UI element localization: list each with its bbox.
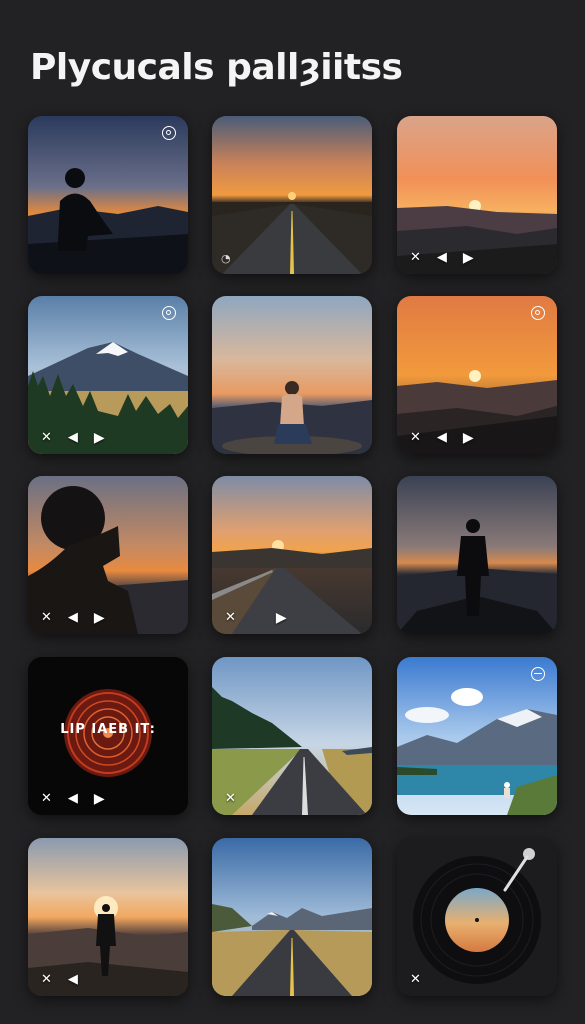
play-icon[interactable]: ▶: [94, 430, 105, 446]
circle-icon[interactable]: [162, 126, 176, 140]
navigation-icon: ◔: [221, 252, 231, 265]
previous-icon[interactable]: ◀: [437, 430, 447, 446]
playback-controls: ✕ ◀: [41, 972, 78, 988]
playlist-tile-open-road[interactable]: [212, 838, 372, 996]
playback-controls: ✕: [225, 791, 236, 807]
playlist-tile-sunset-hills[interactable]: ✕ ◀ ▶: [397, 296, 557, 454]
cover-art: [397, 476, 557, 634]
play-icon[interactable]: ▶: [94, 791, 105, 807]
circle-icon[interactable]: [531, 306, 545, 320]
cover-art: [212, 657, 372, 815]
playlist-tile-curly-profile[interactable]: ✕ ◀ ▶: [28, 476, 188, 634]
previous-icon[interactable]: ◀: [68, 610, 78, 626]
cover-art: [212, 116, 372, 274]
playlist-tile-silhouette-sunset[interactable]: [28, 116, 188, 274]
previous-icon[interactable]: ◀: [68, 791, 78, 807]
play-icon[interactable]: ▶: [276, 610, 287, 626]
playlist-tile-snow-mountain[interactable]: ✕ ◀ ▶: [28, 296, 188, 454]
shuffle-icon[interactable]: ✕: [41, 430, 52, 446]
previous-icon[interactable]: ◀: [68, 430, 78, 446]
shuffle-icon[interactable]: ✕: [410, 430, 421, 446]
shuffle-icon[interactable]: ✕: [41, 791, 52, 807]
previous-icon[interactable]: ◀: [68, 972, 78, 988]
playlist-grid: ◔ ✕ ◀ ▶ ✕ ◀ ▶ ✕ ◀ ▶ ✕ ◀ ▶ ✕ ▶ LIP IAEB I…: [0, 0, 585, 1024]
shuffle-icon[interactable]: ✕: [41, 610, 52, 626]
play-icon[interactable]: ▶: [463, 250, 474, 266]
playlist-tile-woman-view[interactable]: [212, 296, 372, 454]
shuffle-icon[interactable]: ✕: [41, 972, 52, 988]
cover-art: [212, 296, 372, 454]
playback-controls: ✕ ◀ ▶: [41, 791, 105, 807]
playlist-tile-road-sunset[interactable]: ◔: [212, 116, 372, 274]
shuffle-icon[interactable]: ✕: [225, 610, 236, 626]
cover-art: [397, 657, 557, 815]
shuffle-icon[interactable]: ✕: [410, 972, 421, 988]
cover-art: [397, 838, 557, 996]
playlist-tile-hiker-sunset[interactable]: ✕ ◀: [28, 838, 188, 996]
playback-controls: ✕ ◀ ▶: [41, 430, 105, 446]
playback-controls: ✕ ▶: [225, 610, 287, 626]
circle-icon[interactable]: [162, 306, 176, 320]
playlist-tile-standing-figure[interactable]: [397, 476, 557, 634]
shuffle-icon[interactable]: ✕: [225, 791, 236, 807]
playlist-tile-record-disc[interactable]: LIP IAEB IT: ✕ ◀ ▶: [28, 657, 188, 815]
playback-controls: ✕ ◀ ▶: [410, 250, 474, 266]
shuffle-icon[interactable]: ✕: [410, 250, 421, 266]
play-icon[interactable]: ▶: [463, 430, 474, 446]
playlist-tile-road-horizon[interactable]: ✕ ▶: [212, 476, 372, 634]
playback-controls: ✕ ◀ ▶: [410, 430, 474, 446]
playlist-tile-vinyl[interactable]: ✕: [397, 838, 557, 996]
playback-controls: ✕: [410, 972, 421, 988]
cover-art: [212, 838, 372, 996]
playlist-tile-lake-mountains[interactable]: [397, 657, 557, 815]
previous-icon[interactable]: ◀: [437, 250, 447, 266]
cover-art: [28, 116, 188, 274]
record-label-text: LIP IAEB IT:: [60, 722, 156, 737]
playlist-tile-forest-road[interactable]: ✕: [212, 657, 372, 815]
minus-circle-icon[interactable]: [531, 667, 545, 681]
playlist-tile-mountain-sunset[interactable]: ✕ ◀ ▶: [397, 116, 557, 274]
playback-controls: ✕ ◀ ▶: [41, 610, 105, 626]
play-icon[interactable]: ▶: [94, 610, 105, 626]
